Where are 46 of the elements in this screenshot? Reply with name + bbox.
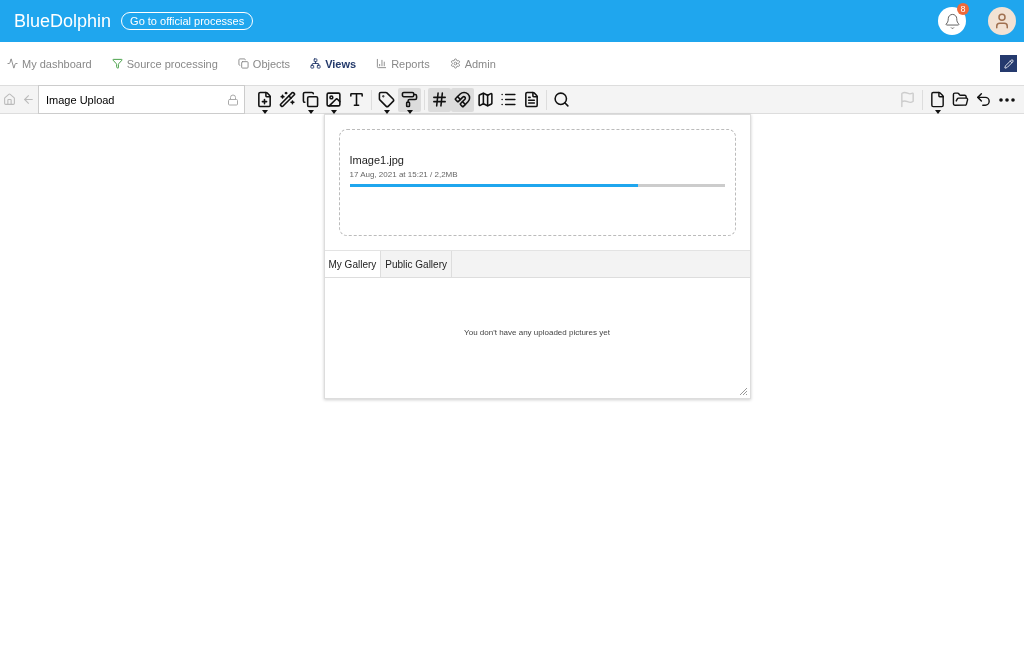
tag-icon (378, 91, 395, 108)
nav-link[interactable]: Admin (449, 57, 496, 70)
more-icon (998, 97, 1015, 102)
nav-link[interactable]: Views (310, 57, 357, 70)
funnel-icon (111, 58, 123, 69)
magnet-icon (454, 91, 471, 108)
bar-chart-icon (376, 58, 388, 69)
map-icon (477, 91, 494, 108)
activity-icon (7, 58, 18, 69)
document-icon (523, 91, 540, 108)
copy-icon (237, 58, 249, 69)
avatar[interactable] (988, 7, 1016, 35)
edit-button[interactable] (1000, 55, 1017, 72)
upload-dropzone[interactable]: Image1.jpg 17 Aug, 2021 at 15:21 / 2,2MB (338, 129, 736, 236)
undo-icon (975, 91, 992, 108)
file-meta: 17 Aug, 2021 at 15:21 / 2,2MB (349, 170, 459, 179)
brand-logo: BlueDolphin (14, 10, 112, 32)
nav-link[interactable]: Objects (237, 57, 291, 70)
resize-grip-icon[interactable] (738, 387, 748, 396)
file-name: Image1.jpg (349, 154, 405, 166)
grid-button[interactable] (428, 87, 451, 112)
gallery-tab[interactable]: My Gallery (324, 251, 382, 277)
view-name-input[interactable]: Image Upload (44, 92, 227, 107)
new-file-icon (929, 91, 946, 108)
view-name-field[interactable]: Image Upload (38, 85, 245, 114)
empty-message: You don't have any uploaded pictures yet (464, 328, 610, 338)
folder-icon (952, 91, 969, 108)
hierarchy-icon (310, 58, 322, 69)
nav-link[interactable]: My dashboard (7, 57, 92, 70)
grid-icon (431, 91, 448, 108)
paint-roller-icon (401, 91, 418, 108)
image-icon (325, 91, 342, 108)
magic-wand-icon (279, 91, 296, 108)
gear-icon (449, 58, 461, 69)
magnet-button[interactable] (451, 87, 474, 112)
copy-shapes-icon (302, 91, 319, 108)
add-file-icon (256, 91, 273, 108)
bell-icon (943, 12, 961, 30)
flag-icon (899, 91, 916, 108)
text-icon (348, 91, 365, 108)
paint-roller-button[interactable] (398, 87, 421, 112)
nav-link[interactable]: Reports (376, 57, 430, 70)
list-icon (500, 91, 517, 108)
search-icon (553, 91, 570, 108)
notification-badge: 8 (957, 3, 969, 15)
nav-link[interactable]: Source processing (111, 57, 218, 70)
